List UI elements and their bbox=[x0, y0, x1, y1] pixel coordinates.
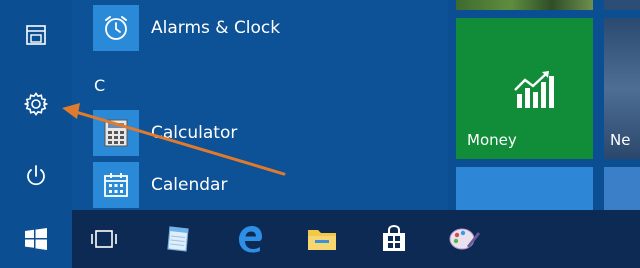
calendar-icon bbox=[104, 173, 128, 197]
tile-label: Ne bbox=[610, 131, 631, 149]
start-menu-rail bbox=[0, 0, 72, 210]
app-label: Calendar bbox=[151, 175, 228, 195]
notepad-icon bbox=[167, 226, 189, 252]
store-button[interactable] bbox=[370, 210, 418, 268]
edge-browser-icon bbox=[239, 226, 262, 253]
app-item-calendar[interactable]: Calendar bbox=[93, 162, 227, 208]
blank-tile[interactable] bbox=[456, 167, 593, 210]
file-explorer-icon bbox=[26, 25, 46, 45]
taskbar bbox=[0, 210, 640, 268]
live-tiles: Money Ne bbox=[448, 0, 640, 210]
power-icon bbox=[27, 165, 45, 186]
calculator-icon bbox=[104, 119, 128, 147]
file-explorer-folder-icon bbox=[308, 230, 336, 250]
start-menu-screen: Alarms & Clock C Calculator Calendar Mon… bbox=[0, 0, 640, 268]
edge-button[interactable] bbox=[226, 210, 274, 268]
photo-tile-right[interactable] bbox=[604, 0, 640, 10]
blank-tile-right[interactable] bbox=[604, 167, 640, 210]
app-label: Calculator bbox=[151, 123, 238, 143]
tile-label: Money bbox=[467, 131, 517, 149]
calculator-tile bbox=[93, 110, 139, 156]
settings-gear-icon bbox=[23, 92, 49, 116]
alarm-clock-icon bbox=[105, 16, 127, 40]
paint-icon bbox=[449, 228, 480, 250]
paint-button[interactable] bbox=[440, 210, 488, 268]
photo-tile[interactable] bbox=[456, 0, 593, 10]
store-icon bbox=[383, 224, 405, 251]
money-chart-icon bbox=[514, 71, 554, 108]
file-explorer-taskbar-button[interactable] bbox=[298, 210, 346, 268]
task-view-icon bbox=[91, 230, 117, 248]
calendar-tile bbox=[93, 162, 139, 208]
app-list: Alarms & Clock C Calculator Calendar bbox=[72, 0, 448, 210]
alarm-clock-tile bbox=[93, 5, 139, 51]
file-explorer-button[interactable] bbox=[0, 11, 72, 59]
notepad-button[interactable] bbox=[154, 210, 202, 268]
news-tile[interactable]: Ne bbox=[604, 18, 640, 159]
settings-button[interactable] bbox=[0, 80, 72, 128]
section-header[interactable]: C bbox=[94, 76, 105, 95]
windows-start-icon bbox=[25, 228, 47, 250]
app-item-calculator[interactable]: Calculator bbox=[93, 110, 237, 156]
app-label: Alarms & Clock bbox=[151, 18, 281, 38]
task-view-button[interactable] bbox=[80, 210, 128, 268]
power-button[interactable] bbox=[0, 152, 72, 200]
money-tile[interactable]: Money bbox=[456, 18, 593, 159]
start-button[interactable] bbox=[0, 210, 72, 268]
app-item-alarms-clock[interactable]: Alarms & Clock bbox=[93, 5, 280, 51]
